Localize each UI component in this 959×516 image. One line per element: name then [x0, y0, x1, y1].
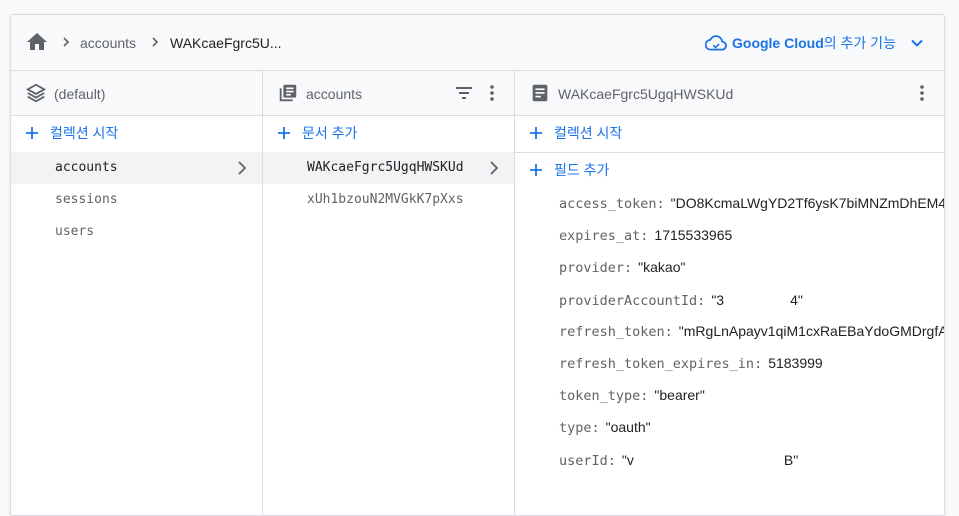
field-refresh-token-expires-in[interactable]: refresh_token_expires_in: 5183999 — [559, 355, 823, 375]
document-item-label: xUh1bzouN2MVGkK7pXxs — [307, 192, 464, 207]
root-column: (default) 컬렉션 시작 accounts sessions users — [11, 71, 263, 515]
google-cloud-extensions-button[interactable]: Google Cloud 의 추가 기능 — [705, 33, 926, 53]
firestore-panel: accounts WAKcaeFgrc5U... Google Cloud 의 추… — [10, 14, 945, 516]
extensions-label: 의 추가 기능 — [823, 35, 896, 51]
chevron-right-icon — [238, 161, 247, 175]
chevron-right-icon — [63, 37, 70, 47]
root-column-header: (default) — [11, 71, 262, 116]
field-value: "3 — [711, 292, 725, 308]
chevron-down-icon — [911, 39, 923, 47]
collection-item-accounts[interactable]: accounts — [11, 152, 262, 184]
plus-icon — [278, 127, 290, 139]
breadcrumb-document[interactable]: WAKcaeFgrc5U... — [170, 35, 282, 51]
field-value: "v — [621, 452, 634, 468]
field-key: type: — [559, 420, 600, 436]
field-value: "bearer" — [654, 387, 705, 403]
start-collection-label: 컬렉션 시작 — [50, 125, 119, 141]
collection-column-title: accounts — [306, 86, 363, 102]
add-document-button[interactable]: 문서 추가 — [277, 122, 357, 144]
field-value: "kakao" — [638, 259, 686, 275]
document-item-selected[interactable]: WAKcaeFgrc5UgqHWSKUd — [263, 152, 514, 184]
document-item[interactable]: xUh1bzouN2MVGkK7pXxs — [263, 184, 514, 216]
field-key: provider: — [559, 260, 633, 276]
plus-icon — [26, 127, 38, 139]
google-cloud-label: Google Cloud — [732, 35, 824, 51]
field-value: 5183999 — [768, 355, 823, 371]
breadcrumb-accounts[interactable]: accounts — [80, 35, 136, 51]
field-value: "DO8KcmaLWgYD2Tf6ysK7biMNZmDhEM4 — [670, 195, 945, 211]
document-item-label: WAKcaeFgrc5UgqHWSKUd — [307, 160, 464, 175]
chevron-right-icon — [490, 161, 499, 175]
field-key: providerAccountId: — [559, 293, 706, 309]
layers-icon — [25, 83, 47, 103]
top-bar: accounts WAKcaeFgrc5U... Google Cloud 의 추… — [11, 15, 944, 71]
document-icon — [532, 84, 548, 102]
collection-item-label: accounts — [55, 160, 118, 175]
start-subcollection-button[interactable]: 컬렉션 시작 — [529, 122, 622, 144]
chevron-right-icon — [152, 37, 159, 47]
field-key: refresh_token_expires_in: — [559, 356, 763, 372]
add-field-label: 필드 추가 — [554, 162, 610, 178]
home-icon[interactable] — [25, 30, 49, 54]
plus-icon — [530, 164, 542, 176]
divider — [515, 152, 944, 153]
cloud-icon — [705, 35, 727, 51]
document-column-header: WAKcaeFgrc5UgqHWSKUd — [515, 71, 944, 116]
collection-item-users[interactable]: users — [11, 216, 262, 248]
more-vert-icon[interactable] — [482, 83, 502, 103]
redacted-block — [724, 291, 791, 305]
field-key: expires_at: — [559, 228, 649, 244]
redacted-block — [633, 451, 784, 465]
field-key: userId: — [559, 453, 616, 469]
collection-column: accounts 문서 추가 WAKcaeFgrc5UgqHWSKUd xUh1… — [263, 71, 515, 515]
field-type[interactable]: type: "oauth" — [559, 419, 651, 439]
field-value: "oauth" — [605, 419, 651, 435]
collection-item-sessions[interactable]: sessions — [11, 184, 262, 216]
plus-icon — [530, 127, 542, 139]
field-key: access_token: — [559, 196, 665, 212]
field-value-end: 4" — [790, 292, 803, 308]
add-document-label: 문서 추가 — [302, 125, 358, 141]
field-access-token[interactable]: access_token: "DO8KcmaLWgYD2Tf6ysK7biMNZm… — [559, 195, 945, 215]
field-key: refresh_token: — [559, 324, 673, 340]
root-column-title: (default) — [54, 86, 106, 102]
start-subcollection-label: 컬렉션 시작 — [554, 125, 623, 141]
collection-column-header: accounts — [263, 71, 514, 116]
collection-item-label: sessions — [55, 192, 118, 207]
field-refresh-token[interactable]: refresh_token: "mRgLnApayv1qiM1cxRaEBaYdo… — [559, 323, 945, 343]
field-expires-at[interactable]: expires_at: 1715533965 — [559, 227, 732, 247]
document-column-title: WAKcaeFgrc5UgqHWSKUd — [558, 86, 734, 102]
add-field-button[interactable]: 필드 추가 — [529, 159, 609, 181]
field-provider-account-id[interactable]: providerAccountId: "3 4" — [559, 291, 803, 311]
field-token-type[interactable]: token_type: "bearer" — [559, 387, 705, 407]
filter-icon[interactable] — [454, 83, 474, 103]
more-vert-icon[interactable] — [912, 83, 932, 103]
field-user-id[interactable]: userId: "v B" — [559, 451, 798, 471]
collection-icon — [279, 84, 297, 102]
field-value-end: B" — [783, 452, 799, 468]
field-value: "mRgLnApayv1qiM1cxRaEBaYdoGMDrgfA — [678, 323, 945, 339]
start-collection-button[interactable]: 컬렉션 시작 — [25, 122, 118, 144]
field-provider[interactable]: provider: "kakao" — [559, 259, 685, 279]
field-key: token_type: — [559, 388, 649, 404]
document-column: WAKcaeFgrc5UgqHWSKUd 컬렉션 시작 필드 추가 access… — [515, 71, 944, 515]
collection-item-label: users — [55, 224, 95, 239]
field-value: 1715533965 — [654, 227, 733, 243]
